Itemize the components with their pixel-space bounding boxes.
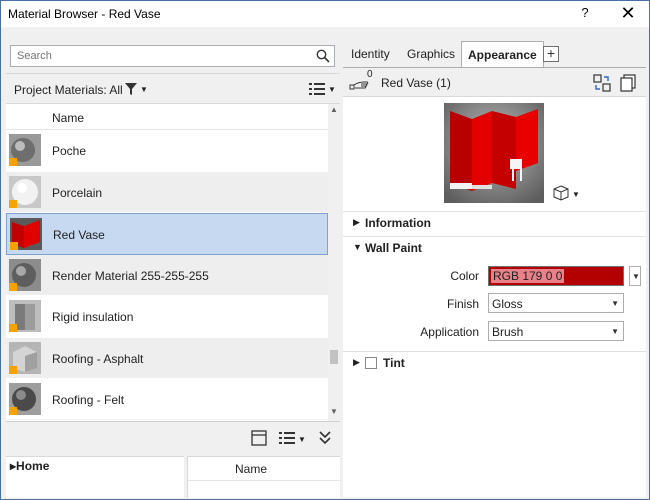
preview-dropdown-icon[interactable]: ▼: [572, 190, 580, 199]
library-list-view-icon[interactable]: [279, 430, 295, 446]
material-thumbnail: [9, 175, 41, 208]
cube-icon[interactable]: [553, 185, 569, 201]
application-value: Brush: [492, 325, 524, 339]
list-item[interactable]: Roofing - Asphalt: [6, 337, 328, 379]
tint-checkbox[interactable]: [365, 357, 377, 369]
search-icon[interactable]: [316, 49, 330, 63]
library-name-column-header[interactable]: Name: [188, 457, 341, 481]
filter-bar: Project Materials: All ▼ ▼: [6, 73, 340, 103]
list-item[interactable]: Roofing - Felt: [6, 379, 328, 421]
list-scrollbar[interactable]: ▲ ▼: [328, 104, 340, 420]
duplicate-asset-icon[interactable]: [619, 74, 637, 92]
tab-appearance[interactable]: Appearance: [461, 41, 544, 68]
materials-list: Name Poche Porcelain Red Vase Render Mat…: [6, 103, 340, 421]
list-item[interactable]: Poche: [6, 130, 328, 172]
collapse-arrow-icon[interactable]: ▼: [353, 242, 362, 252]
material-browser-window: Material Browser - Red Vase ? ✕ Project …: [0, 0, 650, 500]
library-name-column-label: Name: [235, 462, 268, 476]
scroll-thumb[interactable]: [330, 350, 338, 364]
material-thumbnail: [10, 218, 42, 250]
panel-toggle-icon[interactable]: [251, 430, 267, 446]
add-asset-button[interactable]: +: [543, 46, 559, 62]
hand-icon: [349, 81, 369, 90]
finish-value: Gloss: [492, 297, 523, 311]
asset-header: 0 Red Vase (1): [343, 68, 646, 97]
section-information[interactable]: ▶ Information: [343, 211, 646, 233]
material-thumbnail: [9, 383, 41, 415]
section-title: Tint: [383, 356, 405, 370]
list-item-label: Rigid insulation: [52, 310, 134, 324]
search-box: [10, 45, 335, 67]
list-item-label: Red Vase: [53, 228, 105, 242]
list-item-label: Roofing - Asphalt: [52, 351, 144, 366]
title-bar: Material Browser - Red Vase ? ✕: [1, 1, 649, 27]
preview-options[interactable]: ▼: [553, 185, 581, 201]
material-thumbnail: [9, 258, 41, 291]
window-title: Material Browser - Red Vase: [8, 7, 161, 21]
list-item[interactable]: Porcelain: [6, 171, 328, 213]
appearance-content: ▼ ▶ Information ▼ Wall Paint Color RGB 1…: [343, 97, 646, 497]
list-item-label: Roofing - Felt: [52, 393, 125, 407]
filter-funnel-icon[interactable]: [124, 82, 138, 96]
library-list: Name: [187, 456, 341, 498]
list-view-icon[interactable]: [309, 82, 325, 96]
list-item-label: Porcelain: [52, 185, 103, 200]
material-thumbnail: [9, 341, 41, 374]
asset-name: Red Vase (1): [381, 76, 451, 90]
chevron-down-icon: ▼: [611, 327, 619, 336]
chevron-down-icon: ▼: [611, 299, 619, 308]
list-item[interactable]: Render Material 255-255-255: [6, 254, 328, 296]
expand-arrow-icon[interactable]: ▶: [353, 357, 360, 368]
color-dropdown[interactable]: ▼: [629, 266, 641, 286]
close-button[interactable]: ✕: [614, 3, 642, 25]
help-button[interactable]: ?: [571, 3, 599, 25]
section-title: Information: [365, 216, 431, 230]
tab-graphics[interactable]: Graphics: [407, 47, 455, 61]
list-item[interactable]: Rigid insulation: [6, 296, 328, 338]
list-item-selected[interactable]: Red Vase: [6, 213, 328, 255]
project-materials-panel: Project Materials: All ▼ ▼ Name: [6, 37, 340, 421]
finish-label: Finish: [446, 297, 479, 311]
material-editor-panel: Identity Graphics Appearance + 0 Red Vas…: [343, 37, 646, 497]
list-item-label: Render Material 255-255-255: [52, 268, 209, 283]
application-select[interactable]: Brush ▼: [488, 321, 624, 341]
material-thumbnail: [9, 300, 41, 332]
library-tree: ▸Home: [6, 456, 184, 498]
color-swatch-field[interactable]: RGB 179 0 0: [488, 266, 624, 286]
application-label: Application: [420, 325, 479, 339]
section-wall-paint[interactable]: ▼ Wall Paint: [343, 236, 646, 258]
view-dropdown-icon[interactable]: ▼: [328, 85, 336, 94]
expand-arrow-icon[interactable]: ▶: [353, 217, 360, 228]
list-item-label: Poche: [52, 144, 87, 158]
library-view-dropdown-icon[interactable]: ▼: [298, 435, 306, 444]
color-label: Color: [450, 269, 479, 283]
library-panel: ▼ ▸Home Name: [6, 421, 341, 498]
chevron-down-icon: ▼: [632, 272, 640, 281]
filter-label: Project Materials: All: [14, 83, 123, 97]
replace-asset-icon[interactable]: [593, 74, 611, 92]
name-column-label: Name: [52, 111, 85, 125]
material-preview[interactable]: [444, 103, 544, 203]
scroll-down-icon[interactable]: ▼: [330, 408, 338, 416]
color-value: RGB 179 0 0: [491, 269, 565, 283]
editor-tabs: Identity Graphics Appearance +: [343, 41, 646, 68]
tab-identity[interactable]: Identity: [351, 47, 390, 61]
search-input[interactable]: [11, 46, 301, 66]
scroll-up-icon[interactable]: ▲: [330, 106, 338, 114]
section-tint[interactable]: ▶ Tint: [343, 351, 646, 373]
library-tree-home[interactable]: ▸Home: [10, 459, 49, 473]
material-thumbnail: [9, 134, 41, 166]
collapse-panel-icon[interactable]: [317, 430, 333, 446]
finish-select[interactable]: Gloss ▼: [488, 293, 624, 313]
asset-user-count: 0: [367, 69, 373, 80]
filter-dropdown-icon[interactable]: ▼: [140, 85, 148, 94]
name-column-header[interactable]: Name: [6, 104, 328, 130]
section-title: Wall Paint: [365, 241, 422, 255]
